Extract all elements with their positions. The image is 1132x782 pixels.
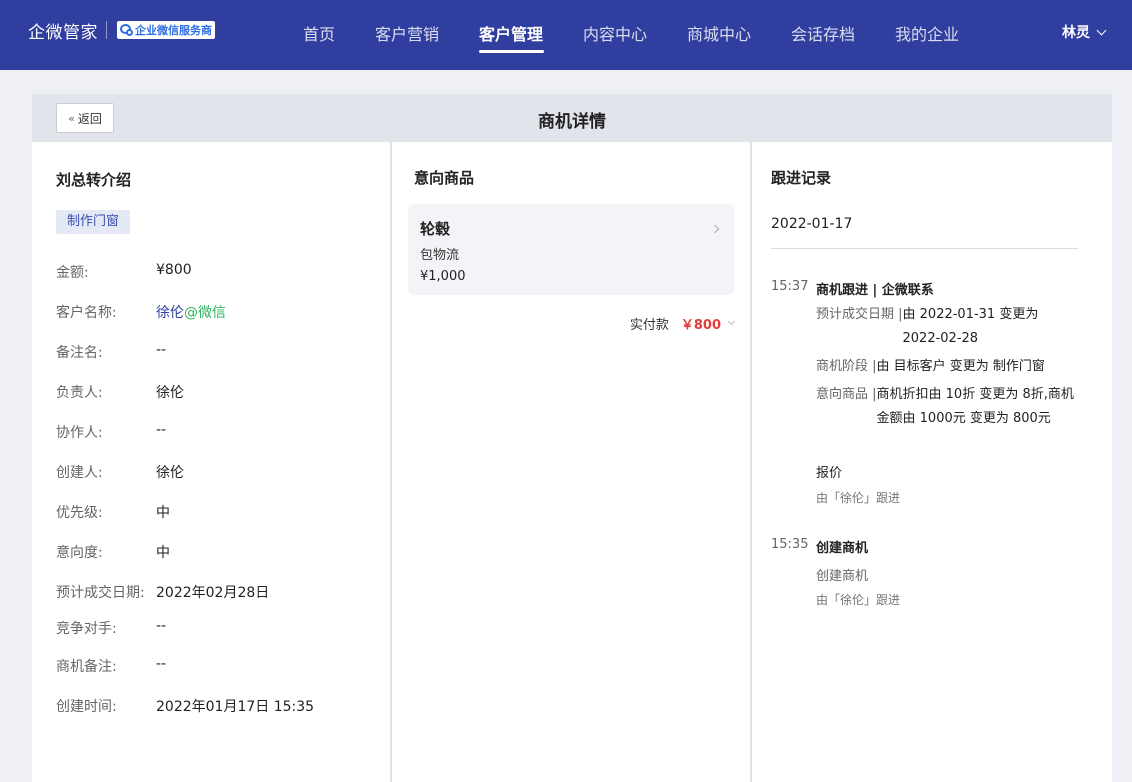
paid-label: 实付款 (629, 318, 669, 333)
brand-logo[interactable]: 企微管家 (28, 18, 98, 43)
top-bar: 企微管家 企业微信服务商 首页 客户营销 客户管理 内容中心 商城中心 会话存档… (0, 0, 1132, 70)
record-time: 15:37 (771, 279, 809, 294)
field-owner: 负责人: 徐伦 (56, 382, 184, 402)
field-label: 备注名: (56, 345, 103, 361)
field-label: 预计成交日期: (56, 585, 145, 601)
field-label: 意向度: (56, 545, 103, 561)
field-label: 负责人: (56, 385, 103, 401)
field-value: 徐伦 (156, 385, 184, 401)
field-value: 2022年01月17日 15:35 (156, 699, 315, 715)
record-heading: 创建商机 (816, 541, 869, 556)
field-label: 商机备注: (56, 659, 117, 675)
customer-link[interactable]: 徐伦 (156, 305, 184, 321)
product-price: ¥1,000 (420, 269, 466, 284)
nav-home[interactable]: 首页 (303, 21, 335, 45)
records-title: 跟进记录 (771, 169, 832, 187)
change-label: 商机阶段 | (816, 359, 877, 374)
page-header: « 返回 商机详情 (32, 94, 1112, 142)
partner-badge-text: 企业微信服务商 (135, 24, 212, 37)
field-expected-close-date: 预计成交日期: 2022年02月28日 (56, 582, 269, 602)
field-value: 徐伦 (156, 465, 184, 481)
field-intent-level: 意向度: 中 (56, 542, 170, 562)
user-menu[interactable]: 林灵 (1062, 22, 1107, 42)
field-created-time: 创建时间: 2022年01月17日 15:35 (56, 696, 314, 716)
field-label: 创建时间: (56, 699, 117, 715)
opportunity-name: 刘总转介绍 (56, 171, 132, 189)
field-value: -- (156, 656, 167, 672)
field-value: -- (156, 618, 167, 634)
partner-badge: 企业微信服务商 (117, 21, 215, 39)
change-label: 意向商品 | (816, 387, 877, 402)
field-opportunity-remark: 商机备注: -- (56, 656, 166, 676)
product-card[interactable]: 轮毂 包物流 ¥1,000 (408, 204, 734, 295)
record-author: 由「徐伦」跟进 (816, 491, 901, 505)
nav-content-center[interactable]: 内容中心 (583, 21, 647, 45)
follow-records-panel: 跟进记录 2022-01-17 15:37 商机跟进 | 企微联系 预计成交日期… (752, 142, 1112, 782)
record-change: 意向商品 | 商机折扣由 10折 变更为 8折,商机金额由 1000元 变更为 … (816, 383, 1080, 431)
record-note: 创建商机 (816, 569, 869, 584)
nav-chat-archive[interactable]: 会话存档 (791, 21, 855, 45)
change-value: 由 目标客户 变更为 制作门窗 (876, 359, 1045, 374)
nav-mall-center[interactable]: 商城中心 (687, 21, 751, 45)
field-collaborator: 协作人: -- (56, 422, 166, 442)
page-title: 商机详情 (538, 112, 606, 132)
brand-divider (106, 21, 107, 39)
products-title: 意向商品 (414, 169, 475, 187)
field-creator: 创建人: 徐伦 (56, 462, 184, 482)
nav-customer-management[interactable]: 客户管理 (479, 21, 543, 45)
nav-active-indicator (479, 50, 544, 53)
nav-customer-marketing[interactable]: 客户营销 (375, 21, 439, 45)
field-label: 客户名称: (56, 305, 117, 321)
product-shipping-note: 包物流 (420, 248, 460, 263)
record-heading: 商机跟进 | 企微联系 (816, 283, 934, 298)
products-panel: 意向商品 轮毂 包物流 ¥1,000 实付款 ￥800 (392, 142, 750, 782)
change-label: 预计成交日期 | (816, 307, 903, 322)
field-label: 金额: (56, 265, 89, 281)
chevron-down-icon (727, 317, 736, 326)
chevron-down-icon (1096, 25, 1107, 35)
wechat-suffix: @微信 (184, 305, 226, 321)
field-label: 创建人: (56, 465, 103, 481)
record-change: 商机阶段 | 由 目标客户 变更为 制作门窗 (816, 355, 1080, 379)
opportunity-info-panel: 刘总转介绍 制作门窗 金额: ¥800 客户名称: 徐伦@微信 备注名: -- … (32, 142, 390, 782)
field-value: 中 (156, 545, 170, 561)
change-value: 商机折扣由 10折 变更为 8折,商机金额由 1000元 变更为 800元 (876, 387, 1074, 426)
field-value: 徐伦@微信 (156, 302, 226, 322)
field-amount: 金额: ¥800 (56, 262, 192, 282)
field-value: 中 (156, 505, 170, 521)
field-value: 2022年02月28日 (156, 585, 270, 601)
field-label: 优先级: (56, 505, 103, 521)
field-label: 协作人: (56, 425, 103, 441)
field-customer-name: 客户名称: 徐伦@微信 (56, 302, 226, 322)
record-author: 由「徐伦」跟进 (816, 593, 901, 607)
wecom-icon (119, 23, 133, 37)
field-value: ¥800 (156, 262, 192, 278)
user-name: 林灵 (1062, 25, 1090, 41)
nav-my-company[interactable]: 我的企业 (895, 21, 959, 45)
stage-tag: 制作门窗 (56, 210, 131, 234)
record-note: 报价 (816, 466, 843, 481)
field-value: -- (156, 342, 167, 358)
record-date: 2022-01-17 (771, 216, 853, 232)
record-change: 预计成交日期 | 由 2022-01-31 变更为 2022-02-28 (816, 303, 1080, 351)
record-time: 15:35 (771, 537, 809, 552)
paid-amount-row[interactable]: 实付款 ￥800 (629, 314, 736, 333)
change-value: 由 2022-01-31 变更为 2022-02-28 (902, 307, 1039, 346)
field-value: -- (156, 422, 167, 438)
field-priority: 优先级: 中 (56, 502, 170, 522)
product-name: 轮毂 (420, 220, 451, 238)
field-competitor: 竞争对手: -- (56, 618, 166, 638)
field-remark-name: 备注名: -- (56, 342, 166, 362)
field-label: 竞争对手: (56, 621, 117, 637)
chevron-right-icon (710, 224, 720, 234)
date-divider (771, 248, 1078, 249)
paid-value: ￥800 (680, 318, 721, 333)
